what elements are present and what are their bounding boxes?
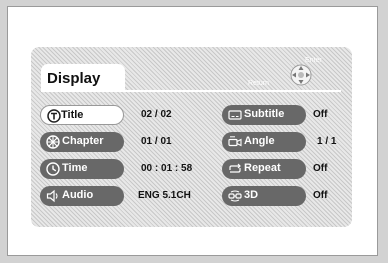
subtitle-label: Subtitle <box>244 108 285 120</box>
speaker-icon <box>46 189 58 203</box>
repeat-icon <box>229 163 241 173</box>
chapter-icon <box>46 135 60 149</box>
subtitle-value: Off <box>313 109 328 120</box>
camera-icon <box>228 136 242 147</box>
title-icon <box>47 109 61 123</box>
chapter-label: Chapter <box>62 135 104 147</box>
display-title: Display <box>47 70 101 87</box>
chapter-button[interactable]: Chapter <box>40 132 124 152</box>
subtitle-button[interactable]: Subtitle <box>222 105 306 125</box>
3d-label: 3D <box>244 189 259 201</box>
3d-value: Off <box>313 190 328 201</box>
repeat-value: Off <box>313 163 328 174</box>
3d-glasses-icon <box>228 190 242 202</box>
3d-button[interactable]: 3D <box>222 186 306 206</box>
chapter-value: 01 / 01 <box>141 136 172 147</box>
header-underline <box>41 90 341 92</box>
time-value: 00 : 01 : 58 <box>141 163 193 174</box>
time-label: Time <box>62 162 88 174</box>
clock-icon <box>46 162 60 176</box>
dpad-icon <box>290 64 312 86</box>
angle-button[interactable]: Angle <box>222 132 306 152</box>
repeat-label: Repeat <box>244 162 281 174</box>
angle-label: Angle <box>244 135 275 147</box>
enter-label: Enter <box>305 57 322 64</box>
display-tab: Display <box>41 64 125 92</box>
time-button[interactable]: Time <box>40 159 124 179</box>
title-label: Title <box>61 109 84 121</box>
repeat-button[interactable]: Repeat <box>222 159 306 179</box>
title-button[interactable]: Title <box>40 105 124 125</box>
audio-label: Audio <box>62 189 94 201</box>
display-panel: Display Return Enter Title 02 / 02 Chapt… <box>31 47 352 227</box>
audio-button[interactable]: Audio <box>40 186 124 206</box>
audio-value: ENG 5.1CH <box>138 190 191 201</box>
subtitle-icon <box>228 110 242 120</box>
screen-frame: Display Return Enter Title 02 / 02 Chapt… <box>7 6 378 256</box>
display-header: Display Return Enter <box>41 54 341 92</box>
angle-value: 1 / 1 <box>317 136 337 147</box>
return-label: Return <box>248 80 270 87</box>
title-value: 02 / 02 <box>141 109 172 120</box>
